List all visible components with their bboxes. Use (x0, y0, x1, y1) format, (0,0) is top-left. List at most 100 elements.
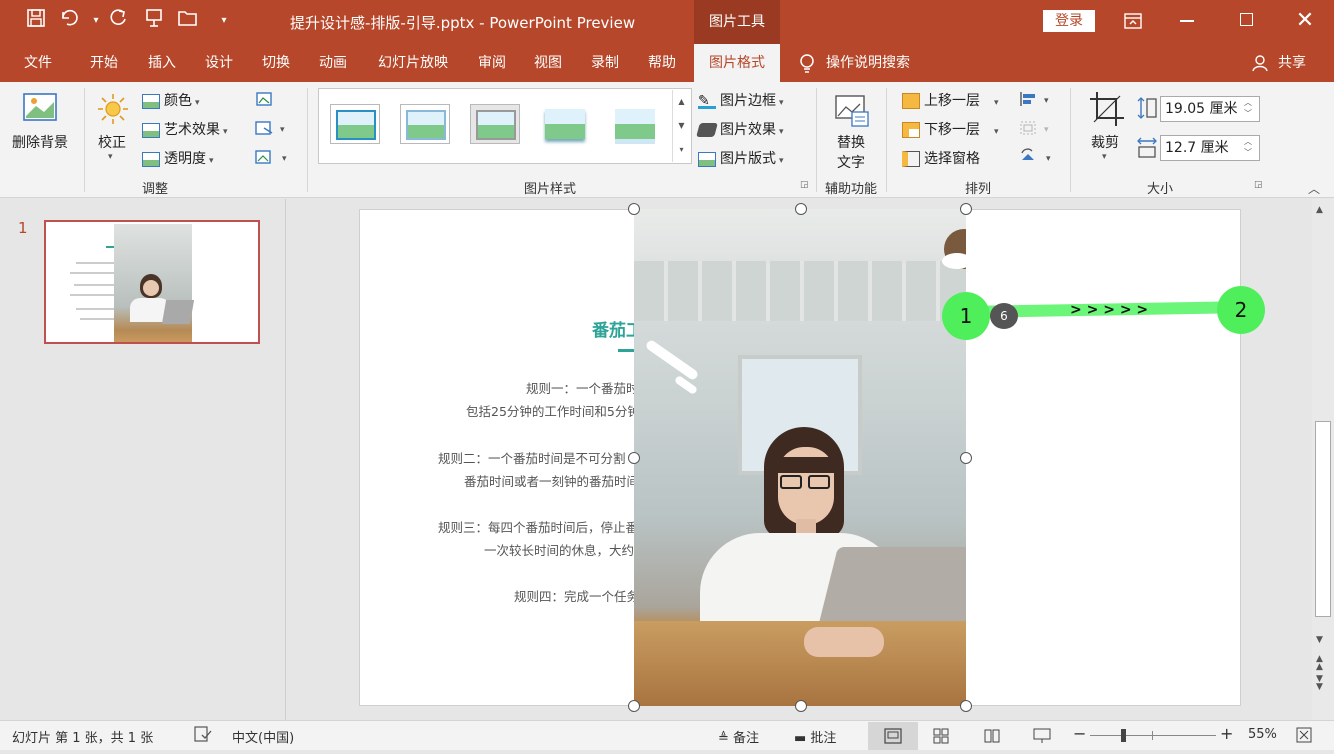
picture-border-button[interactable]: ✎ 图片边框 ▾ (698, 90, 784, 110)
resize-handle-bottom[interactable] (795, 700, 807, 712)
save-icon[interactable] (24, 8, 48, 34)
resize-handle-top-left[interactable] (628, 203, 640, 215)
tab-record[interactable]: 录制 (579, 44, 631, 82)
tab-design[interactable]: 设计 (193, 44, 245, 82)
ribbon-display-icon[interactable] (1122, 10, 1144, 32)
scroll-thumb[interactable] (1315, 421, 1331, 617)
alt-text-label-2[interactable]: 文字 (837, 152, 865, 172)
resize-handle-bottom-right[interactable] (960, 700, 972, 712)
zoom-level[interactable]: 55% (1248, 727, 1277, 742)
comments-button[interactable]: ▬ 批注 (794, 727, 836, 746)
tell-me-search[interactable]: 操作说明搜索 (826, 44, 926, 82)
picture-layout-button[interactable]: 图片版式 ▾ (698, 148, 784, 168)
tab-picture-format[interactable]: 图片格式 (694, 44, 780, 82)
tab-review[interactable]: 审阅 (466, 44, 518, 82)
styles-launcher-icon[interactable]: ◲ (800, 180, 809, 190)
tab-transitions[interactable]: 切换 (250, 44, 302, 82)
share-person-icon[interactable] (1252, 54, 1270, 72)
gallery-scroll[interactable]: ▲ ▼ ▾ (672, 90, 690, 162)
color-icon (142, 93, 160, 109)
size-launcher-icon[interactable]: ◲ (1254, 180, 1263, 190)
align-icon[interactable]: ▾ (1018, 90, 1054, 108)
tab-home[interactable]: 开始 (78, 44, 130, 82)
reading-view-icon[interactable] (983, 727, 1001, 745)
undo-dropdown-icon[interactable]: ▾ (84, 8, 108, 34)
minimize-icon[interactable] (1180, 20, 1194, 22)
artistic-effects-label: 艺术效果 (164, 122, 220, 138)
accessibility-check-icon[interactable] (194, 726, 212, 742)
crop-button[interactable]: 裁剪 (1091, 132, 1119, 152)
open-folder-icon[interactable] (176, 8, 200, 34)
resize-handle-left[interactable] (628, 452, 640, 464)
resize-handle-bottom-left[interactable] (628, 700, 640, 712)
corrections-button[interactable]: 校正 (98, 132, 126, 152)
zoom-slider-thumb[interactable] (1121, 729, 1126, 742)
language-indicator[interactable]: 中文(中国) (232, 727, 294, 746)
height-spinner[interactable]: ︿ ﹀ (1244, 97, 1252, 119)
artistic-effects-button[interactable]: 艺术效果 ▾ (142, 119, 228, 139)
resize-handle-top-right[interactable] (960, 203, 972, 215)
group-accessibility-label: 辅助功能 (824, 182, 877, 197)
maximize-icon[interactable] (1240, 13, 1253, 26)
selection-pane-button[interactable]: 选择窗格 (902, 148, 980, 168)
photo-glasses-left (780, 475, 802, 489)
picture-style-4[interactable] (540, 104, 590, 144)
previous-slide-icon[interactable]: ▲ ▲ (1316, 655, 1323, 672)
alt-text-label-1[interactable]: 替换 (837, 132, 865, 152)
zoom-in-icon[interactable]: + (1220, 724, 1233, 743)
remove-background-button[interactable]: 删除背景 (12, 132, 68, 152)
share-button[interactable]: 共享 (1272, 44, 1312, 82)
tab-view[interactable]: 视图 (522, 44, 574, 82)
resize-handle-right[interactable] (960, 452, 972, 464)
svg-text:▾: ▾ (282, 154, 287, 164)
vertical-scrollbar[interactable]: ▲ ▼ ▲ ▲ ▼ ▼ (1312, 199, 1334, 720)
slide-thumbnail-1[interactable] (44, 220, 260, 344)
rotate-icon[interactable]: ▾ (1018, 148, 1054, 166)
tab-slideshow[interactable]: 幻灯片放映 (368, 44, 458, 82)
alt-text-icon[interactable] (832, 92, 872, 128)
change-picture-icon[interactable]: ▾ (254, 119, 288, 137)
zoom-out-icon[interactable]: − (1073, 724, 1086, 743)
slide-sorter-icon[interactable] (932, 727, 950, 745)
picture-style-5[interactable] (610, 104, 660, 144)
presenter-icon[interactable] (142, 8, 166, 34)
tab-help[interactable]: 帮助 (636, 44, 688, 82)
reset-picture-icon[interactable]: ▾ (254, 148, 288, 166)
login-button[interactable]: 登录 (1043, 10, 1095, 32)
slideshow-view-icon[interactable] (1032, 727, 1052, 745)
picture-style-2[interactable] (400, 104, 450, 144)
width-spinner[interactable]: ︿ ﹀ (1244, 136, 1252, 158)
zoom-slider-track[interactable] (1090, 735, 1216, 736)
fit-to-window-icon[interactable] (1296, 727, 1312, 743)
scroll-up-icon[interactable]: ▲ (1316, 205, 1323, 215)
tab-file[interactable]: 文件 (10, 44, 66, 82)
customize-qat-icon[interactable]: ▾ (212, 8, 236, 34)
transparency-button[interactable]: 透明度 ▾ (142, 148, 214, 168)
tab-insert[interactable]: 插入 (136, 44, 188, 82)
photo-ceiling (634, 261, 966, 321)
collapse-ribbon-icon[interactable]: ︿ (1308, 180, 1320, 197)
compress-pictures-icon[interactable] (254, 90, 274, 108)
resize-handle-top[interactable] (795, 203, 807, 215)
crop-dropdown-icon[interactable]: ▾ (1102, 152, 1107, 162)
normal-view-button[interactable] (868, 722, 918, 750)
send-backward-button[interactable]: 下移一层 ▾ (902, 119, 999, 139)
group-objects-icon[interactable]: ▾ (1018, 119, 1054, 137)
remove-background-icon[interactable] (20, 92, 62, 126)
corrections-dropdown-icon[interactable]: ▾ (108, 152, 113, 162)
picture-effects-button[interactable]: 图片效果 ▾ (696, 119, 784, 139)
tab-animations[interactable]: 动画 (307, 44, 359, 82)
close-icon[interactable]: ✕ (1294, 6, 1316, 36)
undo-icon[interactable] (58, 8, 82, 34)
picture-style-1[interactable] (330, 104, 380, 144)
bring-forward-button[interactable]: 上移一层 ▾ (902, 90, 999, 110)
crop-icon[interactable] (1088, 90, 1126, 128)
selected-photo[interactable] (634, 209, 966, 706)
redo-icon[interactable] (106, 8, 130, 34)
notes-button[interactable]: ≜ 备注 (718, 727, 759, 746)
color-button[interactable]: 颜色 ▾ (142, 90, 200, 110)
scroll-down-icon[interactable]: ▼ (1316, 635, 1323, 645)
next-slide-icon[interactable]: ▼ ▼ (1316, 675, 1323, 692)
picture-style-3[interactable] (470, 104, 520, 144)
corrections-sun-icon[interactable] (96, 92, 130, 126)
